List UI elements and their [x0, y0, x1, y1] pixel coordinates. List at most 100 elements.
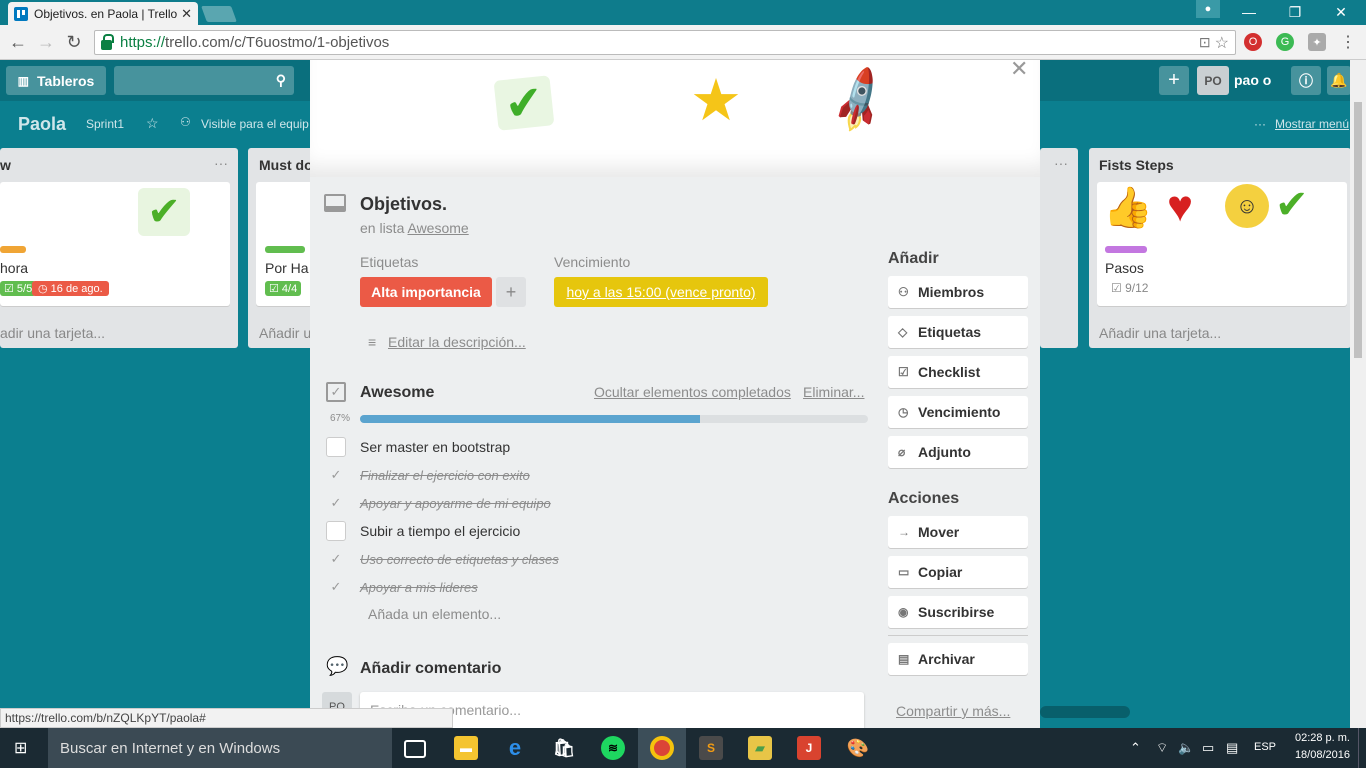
list-menu-icon[interactable]: ··· — [214, 155, 228, 171]
checklist-item[interactable]: Ser master en bootstrap — [326, 433, 866, 461]
checkbox[interactable] — [326, 521, 346, 541]
checklist-item-text[interactable]: Uso correcto de etiquetas y clases — [360, 552, 559, 567]
add-card-link[interactable]: Añadir una tarjeta... — [1099, 325, 1221, 341]
url-input[interactable]: https://trello.com/c/T6uostmo/1-objetivo… — [94, 30, 1236, 55]
checklist-item[interactable]: ✓ Apoyar a mis lideres — [326, 573, 866, 601]
sublime-icon[interactable]: S — [699, 736, 723, 760]
checklist-item[interactable]: Subir a tiempo el ejercicio — [326, 517, 866, 545]
translate-icon[interactable]: ⊡ — [1199, 34, 1211, 51]
boards-button[interactable]: ▥ Tableros — [6, 66, 106, 95]
card-title[interactable]: Objetivos. — [360, 194, 447, 215]
checkbox-checked-icon[interactable]: ✓ — [326, 465, 346, 485]
star-icon[interactable]: ☆ — [146, 115, 159, 132]
close-window-icon[interactable]: ✕ — [1318, 0, 1364, 24]
due-date-sidebar-button[interactable]: ◷ Vencimiento — [888, 396, 1028, 428]
board-visibility[interactable]: Visible para el equip — [201, 117, 309, 131]
network-icon[interactable]: ⌔ — [1156, 740, 1168, 756]
task-view-icon[interactable] — [404, 740, 426, 758]
show-hidden-icons[interactable]: ⌃ — [1130, 740, 1141, 756]
notification-bell-icon[interactable]: 🔔 — [1327, 66, 1351, 95]
list-title[interactable]: w — [0, 157, 11, 173]
label-chip[interactable]: Alta importancia — [360, 277, 492, 307]
paint-icon[interactable]: 🎨 — [846, 736, 870, 760]
checkbox-checked-icon[interactable]: ✓ — [326, 493, 346, 513]
checkbox-checked-icon[interactable]: ✓ — [326, 549, 346, 569]
checklist-button[interactable]: ☑ Checklist — [888, 356, 1028, 388]
restore-icon[interactable]: ❐ — [1272, 0, 1318, 24]
add-card-link[interactable]: Añadir u — [259, 325, 311, 341]
scrollbar-thumb[interactable] — [1354, 102, 1362, 358]
avatar[interactable]: PO — [1197, 66, 1229, 95]
new-tab-button[interactable] — [201, 6, 237, 22]
hide-completed-link[interactable]: Ocultar elementos completados — [594, 384, 791, 400]
board-search-input[interactable]: ⚲ — [114, 66, 294, 95]
folder-icon[interactable]: ▰ — [748, 736, 772, 760]
list-menu-icon[interactable]: ··· — [1054, 155, 1068, 171]
due-date-button[interactable]: hoy a las 15:00 (vence pronto) — [554, 277, 768, 307]
list-card[interactable]: ✔ hora ☑ 5/5 ◷ 16 de ago. — [0, 182, 230, 306]
user-name[interactable]: pao o — [1234, 72, 1271, 88]
labels-button[interactable]: ◇ Etiquetas — [888, 316, 1028, 348]
checklist-item-text[interactable]: Subir a tiempo el ejercicio — [360, 523, 520, 539]
checklist-title[interactable]: Awesome — [360, 384, 434, 402]
forward-icon[interactable]: → — [36, 32, 56, 52]
list-card[interactable]: 👍 ♥ ☺ ✔ Pasos ☑ 9/12 — [1097, 182, 1347, 306]
profile-icon[interactable]: ● — [1196, 0, 1220, 18]
add-icon[interactable]: + — [1159, 66, 1189, 95]
board-sprint[interactable]: Sprint1 — [86, 117, 124, 131]
message-icon[interactable]: ▤ — [1226, 740, 1238, 756]
reload-icon[interactable]: ↻ — [64, 32, 84, 52]
attachment-button[interactable]: ⌀ Adjunto — [888, 436, 1028, 468]
add-card-link[interactable]: adir una tarjeta... — [0, 325, 105, 341]
list-title[interactable]: Must do — [259, 157, 313, 173]
clock-date[interactable]: 18/08/2016 — [1288, 749, 1350, 761]
show-menu-link[interactable]: Mostrar menú — [1275, 117, 1349, 131]
file-explorer-icon[interactable]: ▬ — [454, 736, 478, 760]
subscribe-button[interactable]: ◉ Suscribirse — [888, 596, 1028, 628]
share-more-link[interactable]: Compartir y más... — [896, 703, 1010, 719]
list-title[interactable]: Fists Steps — [1099, 157, 1174, 173]
checklist-item[interactable]: ✓ Uso correcto de etiquetas y clases — [326, 545, 866, 573]
checklist-item-text[interactable]: Apoyar y apoyarme de mi equipo — [360, 496, 551, 511]
copy-button[interactable]: ▭ Copiar — [888, 556, 1028, 588]
info-icon[interactable]: ⓘ — [1291, 66, 1321, 95]
edit-description-link[interactable]: Editar la descripción... — [388, 334, 526, 350]
chrome-icon[interactable] — [650, 736, 674, 760]
checkbox[interactable] — [326, 437, 346, 457]
taskbar-search-input[interactable]: Buscar en Internet y en Windows — [48, 728, 392, 768]
clock-time[interactable]: 02:28 p. m. — [1288, 732, 1350, 744]
minimize-icon[interactable]: — — [1226, 0, 1272, 24]
browser-tab[interactable]: Objetivos. en Paola | Trello ✕ — [8, 2, 198, 26]
move-button[interactable]: → Mover — [888, 516, 1028, 548]
board-name[interactable]: Paola — [18, 114, 66, 135]
close-modal-icon[interactable]: ✕ — [1010, 60, 1028, 82]
browser-menu-icon[interactable]: ⋮ — [1340, 32, 1356, 52]
archive-button[interactable]: ▤ Archivar — [888, 643, 1028, 675]
checklist-item-text[interactable]: Apoyar a mis lideres — [360, 580, 478, 595]
volume-icon[interactable]: 🔈 — [1178, 740, 1194, 756]
show-desktop-button[interactable] — [1358, 728, 1366, 768]
horizontal-scrollbar-thumb[interactable] — [1040, 706, 1130, 718]
windows-start-icon[interactable]: ⊞ — [14, 740, 32, 758]
store-icon[interactable]: 🛍 — [552, 736, 576, 760]
bookmark-star-icon[interactable]: ☆ — [1215, 33, 1229, 53]
tools-extension-icon[interactable]: ✦ — [1308, 33, 1326, 51]
checkbox-checked-icon[interactable]: ✓ — [326, 577, 346, 597]
office-icon[interactable]: J — [797, 736, 821, 760]
page-scrollbar[interactable] — [1350, 60, 1366, 728]
edge-icon[interactable]: e — [503, 735, 527, 760]
spotify-icon[interactable]: ≋ — [601, 736, 625, 760]
checklist-item[interactable]: ✓ Finalizar el ejercicio con exito — [326, 461, 866, 489]
back-icon[interactable]: ← — [8, 32, 28, 52]
delete-checklist-link[interactable]: Eliminar... — [803, 384, 864, 400]
tab-close-icon[interactable]: ✕ — [181, 6, 192, 22]
checklist-item[interactable]: ✓ Apoyar y apoyarme de mi equipo — [326, 489, 866, 517]
checklist-item-text[interactable]: Ser master en bootstrap — [360, 439, 510, 455]
language-indicator[interactable]: ESP — [1254, 741, 1276, 753]
add-label-button[interactable]: + — [496, 277, 526, 307]
grammarly-extension-icon[interactable]: G — [1276, 33, 1294, 51]
checklist-item-text[interactable]: Finalizar el ejercicio con exito — [360, 468, 530, 483]
members-button[interactable]: ⚇ Miembros — [888, 276, 1028, 308]
add-checklist-item-input[interactable]: Añada un elemento... — [368, 606, 501, 622]
list-link[interactable]: Awesome — [407, 220, 468, 236]
